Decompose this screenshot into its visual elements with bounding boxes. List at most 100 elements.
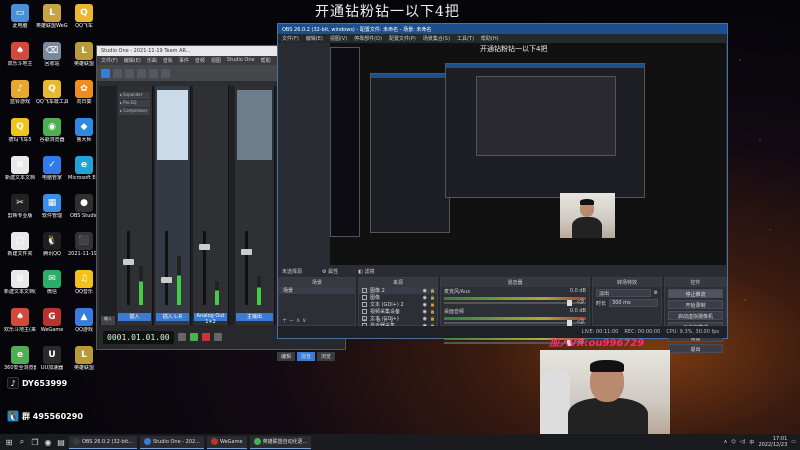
source-item[interactable]: 图像 ◉ 🔒 <box>359 294 437 301</box>
desktop-icon[interactable]: ▢ 新建文件夹 <box>4 232 36 257</box>
scene-item[interactable]: 场景 <box>279 287 355 294</box>
paint-tool-icon[interactable] <box>149 68 158 78</box>
desktop-icon[interactable]: U UU加速器 <box>36 346 68 371</box>
insert-slot[interactable]: ▸ Compressor <box>119 108 150 115</box>
desktop-icon[interactable]: ⌫ 回收站 <box>36 42 68 67</box>
lock-icon[interactable]: 🔒 <box>430 288 435 293</box>
duration-input[interactable]: 300 ms <box>609 299 658 307</box>
desktop-icon[interactable]: ✉ 微信 <box>36 270 68 295</box>
menu-item[interactable]: 音频 <box>195 57 205 64</box>
desktop-icon[interactable]: ✓ 电脑管家 <box>36 156 68 181</box>
desktop-icon[interactable]: L英雄联盟WeGame版 <box>36 4 68 29</box>
taskbar-app[interactable]: WeGame <box>206 435 247 449</box>
menu-item[interactable]: 配置文件(P) <box>389 35 416 42</box>
range-tool-icon[interactable] <box>113 68 122 78</box>
channel-fader[interactable] <box>203 231 206 305</box>
control-button[interactable]: 停止推流 <box>668 289 723 298</box>
insert-slot[interactable]: ▸ Pro EQ <box>119 100 150 107</box>
control-button[interactable]: 退出 <box>668 344 723 353</box>
menu-item[interactable]: 事件 <box>179 57 189 64</box>
view-tab[interactable]: 编辑 <box>277 352 296 361</box>
desktop-icon[interactable]: Q 德玛飞车5 <box>4 118 36 143</box>
desktop-icon[interactable]: ♪ 蓝铃游戏 <box>4 80 36 105</box>
channel-fader[interactable] <box>165 231 168 305</box>
volume-slider[interactable]: ◁) <box>444 298 586 306</box>
menu-item[interactable]: 帮助(H) <box>481 35 499 42</box>
mixer-channel[interactable]: 主输出 <box>235 86 275 325</box>
menu-item[interactable]: 场景集合(S) <box>423 35 450 42</box>
view-tab[interactable]: 混音 <box>297 352 316 361</box>
desktop-icon[interactable]: Q QQ飞车敢工具 <box>36 80 68 105</box>
channel-fader[interactable] <box>245 231 248 305</box>
menu-item[interactable]: Studio One <box>227 57 255 64</box>
fader-knob[interactable] <box>161 277 172 283</box>
desktop-icon[interactable]: e 360安全浏览器 <box>4 346 36 371</box>
desktop-icon[interactable]: ◉ 谷歌浏览器 <box>36 118 68 143</box>
properties-button[interactable]: ⚙ 属性 <box>322 268 338 275</box>
clock[interactable]: 17:01 2022/12/23 <box>758 436 787 448</box>
menu-item[interactable]: 编辑(E) <box>124 57 141 64</box>
menu-item[interactable]: 停靠部件(D) <box>354 35 382 42</box>
stop-icon[interactable] <box>177 333 186 341</box>
visibility-icon[interactable]: ◉ <box>423 288 427 294</box>
source-item[interactable]: 视频采集设备 ◉ 🔒 <box>359 308 437 315</box>
visibility-icon[interactable]: ◉ <box>423 302 427 308</box>
lock-icon[interactable]: 🔒 <box>430 302 435 307</box>
menu-item[interactable]: 音轨 <box>163 57 173 64</box>
split-tool-icon[interactable] <box>125 68 134 78</box>
desktop-icon[interactable]: Q QQ飞车 <box>68 4 100 29</box>
menu-item[interactable]: 视图 <box>211 57 221 64</box>
play-icon[interactable] <box>189 333 198 341</box>
ime-icon[interactable]: 中 <box>749 439 754 446</box>
side-tab[interactable]: 输入 <box>101 316 115 325</box>
menu-item[interactable]: 工具(T) <box>457 35 474 42</box>
lock-icon[interactable]: 🔒 <box>430 309 435 314</box>
desktop-icon[interactable]: 🐧 腾讯QQ <box>36 232 68 257</box>
desktop-icon[interactable]: ♠ 双乐斗地主 <box>4 42 36 67</box>
desktop-icon[interactable]: ♠欢乐斗地主(来源手机) <box>4 308 36 333</box>
desktop-icon[interactable]: ▭ 此电脑 <box>4 4 36 29</box>
view-tab[interactable]: 浏览 <box>317 352 336 361</box>
volume-slider[interactable]: ◁) <box>444 318 586 326</box>
folder-icon[interactable]: ▤ <box>56 437 66 447</box>
fader-knob[interactable] <box>241 249 252 255</box>
visibility-icon[interactable]: ◉ <box>423 295 427 301</box>
visibility-icon[interactable]: ◉ <box>423 309 427 315</box>
mixer-channel[interactable]: ▸ Expander ▸ Pro EQ ▸ Compressor 插入 <box>117 86 153 325</box>
mixer-channel[interactable]: 插入 L-R <box>155 86 191 325</box>
taskbar-app[interactable]: OBS 26.0.2 (32-bit... <box>69 435 137 449</box>
mute-tool-icon[interactable] <box>161 68 170 78</box>
fader-knob[interactable] <box>199 244 210 250</box>
desktop-icon[interactable]: G WeGame <box>36 308 68 333</box>
lock-icon[interactable]: 🔒 <box>430 295 435 300</box>
source-item[interactable]: 文本 (GDI+) 2 ◉ 🔒 <box>359 301 437 308</box>
insert-slot[interactable]: ▸ Expander <box>119 92 150 99</box>
menu-item[interactable]: 视图(V) <box>330 35 347 42</box>
loop-icon[interactable] <box>213 333 222 341</box>
transition-select[interactable]: 淡出 <box>596 289 651 297</box>
task-view-icon[interactable]: ❐ <box>30 437 40 447</box>
arrow-tool-icon[interactable] <box>101 68 110 78</box>
desktop-icon[interactable]: ✂ 剪映专业版 <box>4 194 36 219</box>
control-button[interactable]: 启动虚拟摄像机 <box>668 311 723 320</box>
channel-fader[interactable] <box>127 231 130 305</box>
transition-settings-icon[interactable]: ⚙ <box>654 290 658 296</box>
filters-button[interactable]: ◧ 滤镜 <box>358 268 374 275</box>
menu-item[interactable]: 文件(F) <box>282 35 299 42</box>
desktop-icon[interactable]: ≡ 新建文本文档 <box>4 156 36 181</box>
desktop-icon[interactable]: ≡新建文本文档(4) <box>4 270 36 295</box>
menu-item[interactable]: 编辑(E) <box>306 35 323 42</box>
mute-icon[interactable]: ◁) <box>577 298 584 305</box>
fader-knob[interactable] <box>123 259 134 265</box>
taskbar-app[interactable]: Studio One - 202... <box>139 435 204 449</box>
obs-preview[interactable]: 开通钻粉钻一以下4把 <box>330 43 726 265</box>
menu-item[interactable]: 文件(F) <box>101 57 118 64</box>
menu-item[interactable]: 帮助 <box>261 57 271 64</box>
desktop-icon[interactable]: ▦ 软件管理 <box>36 194 68 219</box>
notification-icon[interactable]: ▭ <box>791 439 796 445</box>
chrome-icon[interactable]: ◉ <box>43 437 53 447</box>
record-icon[interactable] <box>201 333 210 341</box>
eraser-tool-icon[interactable] <box>137 68 146 78</box>
mute-icon[interactable]: ◁) <box>577 318 584 325</box>
source-item[interactable]: 图像 2 ◉ 🔒 <box>359 287 437 294</box>
